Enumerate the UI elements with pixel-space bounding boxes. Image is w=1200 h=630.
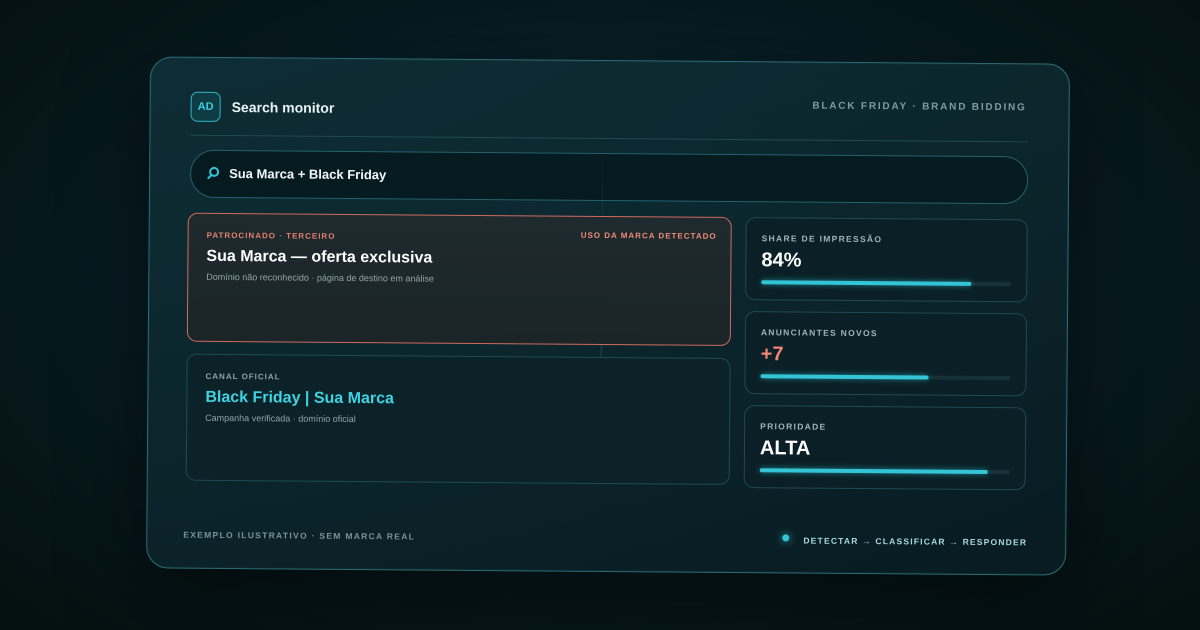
progress-track [759, 468, 1010, 475]
progress-track [760, 374, 1011, 381]
app-title: Search monitor [231, 99, 335, 116]
metric-value: +7 [760, 343, 784, 366]
result-eyebrow: PATROCINADO · TERCEIRO [206, 230, 336, 241]
header: AD Search monitor BLACK FRIDAY · BRAND B… [190, 91, 1028, 133]
metric-label: PRIORIDADE [760, 421, 827, 432]
official-result-card[interactable]: CANAL OFICIAL Black Friday | Sua Marca C… [185, 353, 731, 485]
progress-fill [761, 280, 972, 286]
search-monitor-panel: AD Search monitor BLACK FRIDAY · BRAND B… [146, 56, 1070, 576]
header-divider [190, 134, 1029, 143]
metric-new-advertisers: ANUNCIANTES NOVOS +7 [744, 311, 1028, 397]
result-title[interactable]: Sua Marca — oferta exclusiva [206, 248, 432, 268]
campaign-tag: BLACK FRIDAY · BRAND BIDDING [812, 100, 1027, 114]
result-subtitle: Campanha verificada · domínio oficial [205, 412, 356, 425]
metric-label: SHARE DE IMPRESSÃO [761, 233, 883, 245]
search-icon [209, 166, 220, 177]
result-eyebrow: CANAL OFICIAL [205, 371, 281, 382]
metric-priority: PRIORIDADE ALTA [743, 405, 1027, 491]
progress-track [761, 280, 1012, 287]
ad-logo: AD [190, 91, 221, 122]
search-query[interactable]: Sua Marca + Black Friday [229, 166, 386, 182]
progress-fill [760, 374, 929, 380]
metric-value: 84% [761, 249, 802, 272]
brand-detected-badge: USO DA MARCA DETECTADO [580, 230, 717, 241]
metric-value: ALTA [759, 437, 811, 460]
status-dot-icon [782, 534, 790, 542]
metric-label: ANUNCIANTES NOVOS [760, 327, 878, 339]
search-bar[interactable]: Sua Marca + Black Friday [189, 149, 1029, 205]
pipeline-steps: DETECTAR → CLASSIFICAR → RESPONDER [803, 535, 1028, 548]
result-subtitle: Domínio não reconhecido · página de dest… [206, 271, 434, 284]
sponsored-result-card[interactable]: PATROCINADO · TERCEIRO USO DA MARCA DETE… [186, 212, 732, 346]
footer-note: EXEMPLO ILUSTRATIVO · SEM MARCA REAL [183, 529, 416, 542]
result-title[interactable]: Black Friday | Sua Marca [205, 389, 394, 408]
metric-impression-share: SHARE DE IMPRESSÃO 84% [745, 217, 1028, 303]
progress-fill [759, 468, 988, 474]
